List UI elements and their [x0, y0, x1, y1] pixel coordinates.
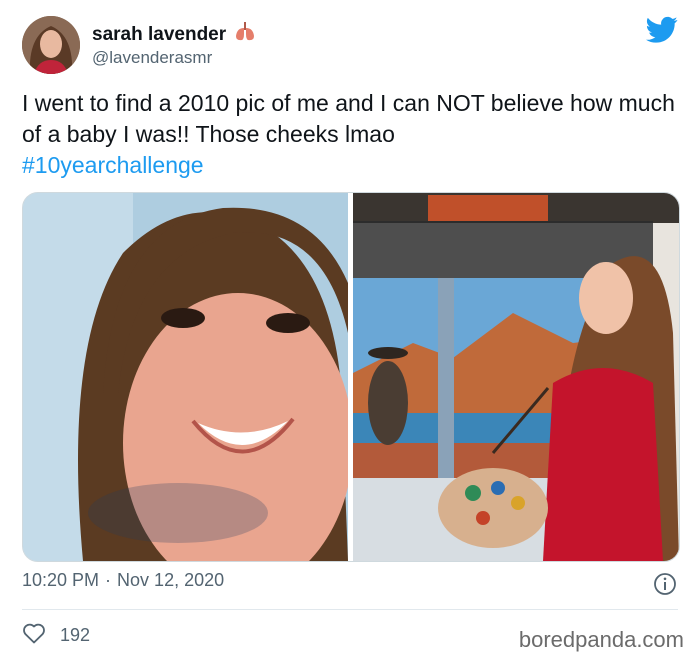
timestamp[interactable]: 10:20 PM · Nov 12, 2020 [22, 570, 224, 591]
hashtag-link[interactable]: #10yearchallenge [22, 152, 204, 178]
tweet-time: 10:20 PM [22, 570, 100, 590]
like-action[interactable]: 192 [22, 622, 90, 649]
user-handle[interactable]: @lavenderasmr [92, 48, 212, 68]
name-row: sarah lavender [92, 22, 256, 47]
heart-icon[interactable] [22, 622, 46, 649]
like-count: 192 [60, 625, 91, 645]
photo-2020-painting[interactable] [353, 193, 679, 561]
divider [22, 609, 678, 610]
display-name[interactable]: sarah lavender [92, 24, 226, 46]
media-grid [22, 192, 680, 562]
tweet-body: I went to find a 2010 pic of me and I ca… [22, 90, 675, 147]
tweet-text: I went to find a 2010 pic of me and I ca… [22, 88, 682, 181]
avatar[interactable] [22, 16, 80, 74]
watermark: boredpanda.com [518, 627, 684, 652]
separator: · [105, 570, 112, 590]
tweet-date: Nov 12, 2020 [117, 570, 225, 590]
tweet-card: sarah lavender @lavenderasmr I went to f… [0, 0, 700, 663]
twitter-bird-icon[interactable] [646, 16, 678, 44]
photo-2010-selfie[interactable] [23, 193, 348, 561]
info-icon[interactable] [653, 572, 677, 596]
lungs-emoji [234, 22, 256, 47]
